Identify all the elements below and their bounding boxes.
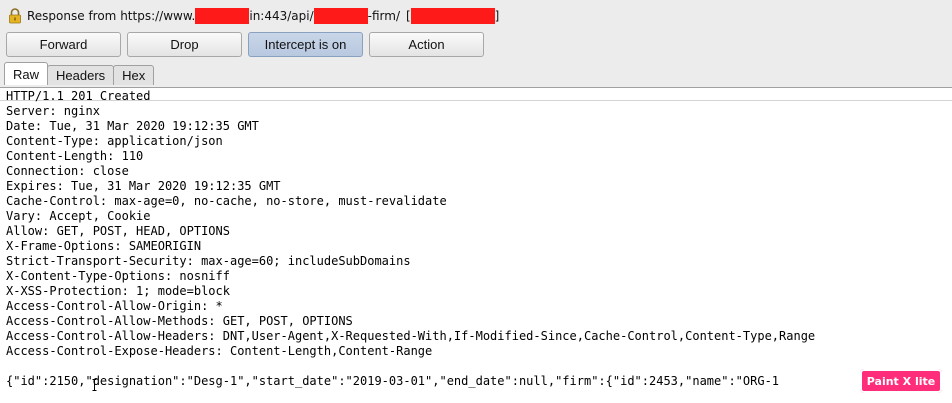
raw-message-editor[interactable]: HTTP/1.1 201 Created Server: nginx Date:… [0, 87, 952, 403]
header-line: Content-Type: application/json [6, 134, 223, 148]
header-line: Strict-Transport-Security: max-age=60; i… [6, 254, 411, 268]
header-line: Vary: Accept, Cookie [6, 209, 151, 223]
header-line: Access-Control-Allow-Methods: GET, POST,… [6, 314, 353, 328]
header-line: Expires: Tue, 31 Mar 2020 19:12:35 GMT [6, 179, 281, 193]
response-body: {"id":2150,"designation":"Desg-1","start… [6, 374, 780, 388]
header-line: X-XSS-Protection: 1; mode=block [6, 284, 230, 298]
drop-button[interactable]: Drop [127, 32, 242, 57]
header-line: Date: Tue, 31 Mar 2020 19:12:35 GMT [6, 119, 259, 133]
tab-headers[interactable]: Headers [47, 65, 115, 85]
lock-icon [8, 8, 22, 24]
response-title: Response from https://www. in:443/api/ -… [8, 7, 499, 25]
header-line: X-Content-Type-Options: nosniff [6, 269, 230, 283]
intercept-toggle-button[interactable]: Intercept is on [248, 32, 363, 57]
redacted-domain [195, 8, 250, 24]
action-button[interactable]: Action [369, 32, 484, 57]
message-view-tabs: Raw Headers Hex [4, 62, 155, 85]
header-line: Access-Control-Expose-Headers: Content-L… [6, 344, 433, 358]
header-line: Allow: GET, POST, HEAD, OPTIONS [6, 224, 230, 238]
title-middle-2: -firm/ [367, 9, 400, 23]
title-close-bracket: ] [494, 9, 500, 23]
title-prefix: Response from https://www. [27, 9, 196, 23]
header-line: Cache-Control: max-age=0, no-cache, no-s… [6, 194, 447, 208]
response-headers: HTTP/1.1 201 Created Server: nginx Date:… [6, 89, 815, 359]
tab-hex[interactable]: Hex [113, 65, 155, 85]
intercept-toolbar: Forward Drop Intercept is on Action [6, 32, 484, 57]
redacted-path [313, 8, 368, 24]
tab-raw[interactable]: Raw [4, 62, 49, 85]
header-line: Server: nginx [6, 104, 100, 118]
title-middle-1: in:443/api/ [249, 9, 314, 23]
header-line: X-Frame-Options: SAMEORIGIN [6, 239, 202, 253]
forward-button[interactable]: Forward [6, 32, 121, 57]
header-line: Connection: close [6, 164, 129, 178]
proxy-intercept-panel: Response from https://www. in:443/api/ -… [0, 0, 952, 88]
header-line: Content-Length: 110 [6, 149, 144, 163]
header-line: Access-Control-Allow-Origin: * [6, 299, 223, 313]
header-line: Access-Control-Allow-Headers: DNT,User-A… [6, 329, 816, 343]
watermark-badge: Paint X lite [860, 369, 942, 393]
redacted-ip [410, 8, 495, 24]
response-status-line: HTTP/1.1 201 Created [6, 89, 151, 103]
